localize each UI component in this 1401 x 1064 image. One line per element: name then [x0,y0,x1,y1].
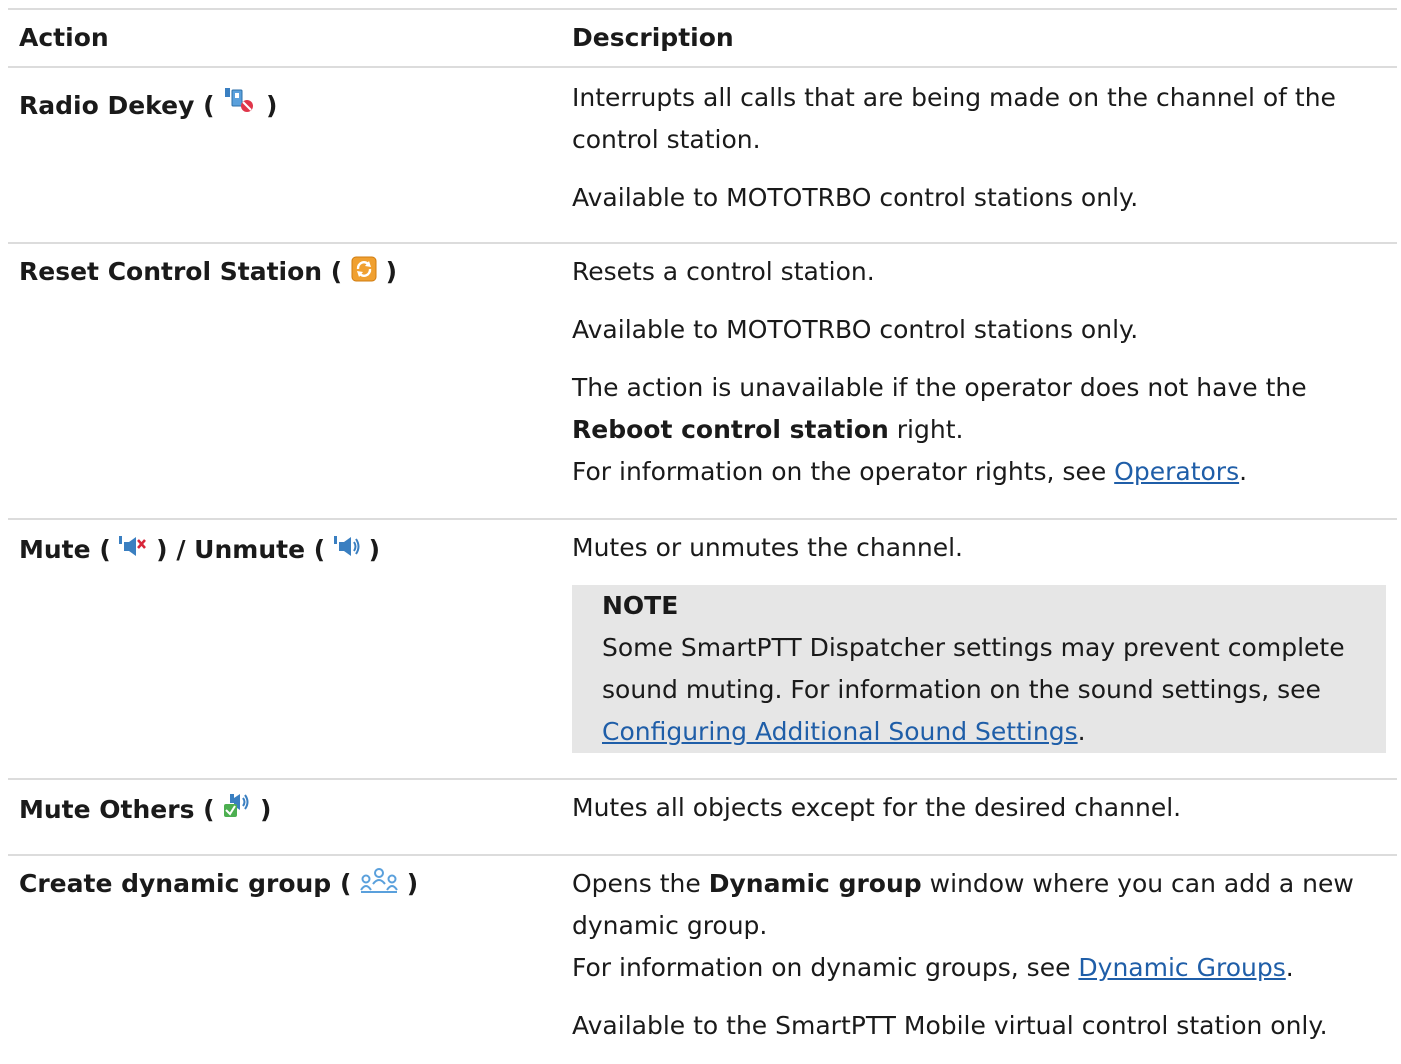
note-title: NOTE [602,591,679,620]
action-radio-dekey: Radio Dekey ( ) [19,86,277,122]
table-row: Mute Others ( ) Mutes all objects except… [8,778,1397,854]
radio-dekey-icon [223,86,257,122]
action-mute-others: Mute Others ( ) [19,792,271,826]
configuring-sound-settings-link[interactable]: Configuring Additional Sound Settings [602,717,1078,746]
speaker-icon [333,534,360,566]
table-row: Reset Control Station ( ) Resets a contr… [8,242,1397,518]
dynamic-group-icon [360,868,398,900]
table-row: Radio Dekey ( ) Interrupts all calls tha… [8,66,1397,242]
reset-icon [351,256,377,288]
desc-mute-others: Mutes all objects except for the desired… [572,793,1182,822]
action-create-dynamic-group: Create dynamic group ( ) [19,868,419,900]
mute-others-icon [223,792,251,826]
header-action: Action [19,23,109,52]
table-header: Action Description [8,8,1397,66]
desc-radio-dekey: Interrupts all calls that are being made… [572,83,1336,212]
table-row: Create dynamic group ( ) Opens the Dynam… [8,854,1397,1062]
header-description: Description [572,23,734,52]
desc-create-dynamic-group: Opens the Dynamic group window where you… [572,869,1354,1040]
note-box: NOTE Some SmartPTT Dispatcher settings m… [572,585,1386,753]
action-reset-control-station: Reset Control Station ( ) [19,256,398,288]
dynamic-groups-link[interactable]: Dynamic Groups [1078,953,1285,982]
table-row: Mute ( ) / Unmute () Mutes or unmutes t… [8,518,1397,778]
operators-link[interactable]: Operators [1114,457,1239,486]
desc-reset-control-station: Resets a control station. Available to M… [572,257,1307,486]
actions-table: Action Description Radio Dekey ( ) Inter… [8,8,1397,1062]
action-mute-unmute: Mute ( ) / Unmute () [19,534,381,566]
mute-speaker-icon [119,534,147,566]
desc-mute-unmute: Mutes or unmutes the channel. NOTE Some … [572,527,1387,753]
